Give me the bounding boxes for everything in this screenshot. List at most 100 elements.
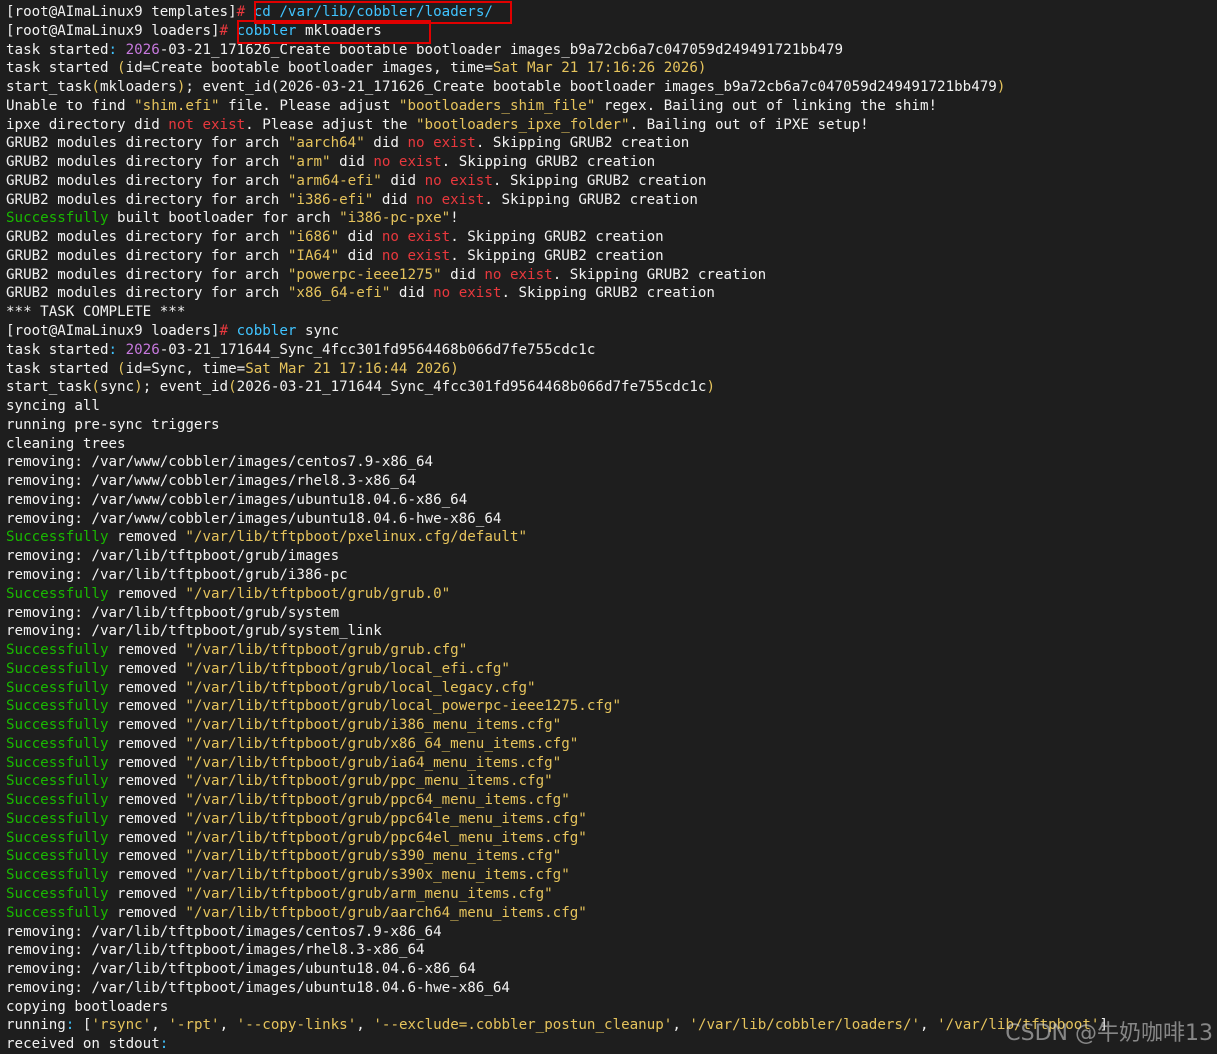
terminal-text-segment: Successfully [6, 773, 109, 790]
terminal-text-segment: removed [108, 642, 186, 659]
terminal-line: Successfully removed "/var/lib/tftpboot/… [6, 679, 1211, 698]
terminal-text-segment: mkloaders [99, 79, 177, 96]
terminal-text-segment: , [356, 1017, 374, 1034]
terminal-text-segment: Successfully [6, 885, 109, 902]
terminal-text-segment: GRUB2 modules directory for arch [6, 266, 288, 283]
terminal-text-segment: 2026 [125, 341, 160, 358]
terminal-text-segment: file. Please adjust [219, 97, 399, 114]
terminal-text-segment: ( [117, 360, 126, 377]
terminal-text-segment: . Skipping GRUB2 creation [450, 247, 664, 264]
terminal-line: removing: /var/lib/tftpboot/images/ubunt… [6, 979, 1211, 998]
terminal-text-segment: no exist [433, 285, 502, 302]
terminal-text-segment: did [339, 229, 382, 246]
terminal-text-segment: did [390, 285, 434, 302]
terminal-text-segment: "IA64" [287, 247, 340, 264]
terminal-text-segment: cobbler [236, 323, 297, 340]
terminal-text-segment: Successfully [6, 642, 109, 659]
terminal-line: GRUB2 modules directory for arch "IA64" … [6, 247, 1211, 266]
terminal-text-segment: removing: /var/lib/tftpboot/images/cento… [6, 923, 442, 940]
terminal-text-segment: removed [108, 885, 186, 902]
terminal-line: removing: /var/lib/tftpboot/images/cento… [6, 923, 1211, 942]
terminal-text-segment: . Skipping GRUB2 creation [484, 191, 698, 208]
terminal-line: removing: /var/lib/tftpboot/images/ubunt… [6, 960, 1211, 979]
terminal-text-segment: Successfully [6, 904, 109, 921]
terminal-text-segment: -03-21_171644_Sync_4fcc301fd9564468b066d… [159, 341, 596, 358]
terminal-text-segment: removing: /var/www/cobbler/images/ubuntu… [6, 510, 502, 527]
terminal-text-segment: "/var/lib/tftpboot/grub/s390_menu_items.… [185, 848, 562, 865]
terminal-text-segment: cleaning trees [6, 435, 126, 452]
terminal-text-segment: "arm" [287, 154, 331, 171]
terminal-line: GRUB2 modules directory for arch "powerp… [6, 266, 1211, 285]
terminal-text-segment: : [108, 341, 126, 358]
watermark: CSDN @牛奶咖啡13 [1005, 1021, 1213, 1046]
terminal-text-segment: ipxe directory did [6, 116, 169, 133]
terminal-text-segment: did [364, 135, 408, 152]
terminal-text-segment: GRUB2 modules directory for arch [6, 135, 288, 152]
terminal-text-segment: . Skipping GRUB2 creation [501, 285, 715, 302]
terminal-text-segment: Successfully [6, 698, 109, 715]
terminal-line: GRUB2 modules directory for arch "i686" … [6, 228, 1211, 247]
terminal-line: start_task(mkloaders); event_id(2026-03-… [6, 78, 1211, 97]
terminal-line: Successfully removed "/var/lib/tftpboot/… [6, 716, 1211, 735]
terminal-text-segment: ; event_id [142, 379, 229, 396]
terminal-text-segment: ) [134, 379, 143, 396]
terminal-text-segment: "x86_64-efi" [287, 285, 391, 302]
terminal-line: Successfully removed "/var/lib/tftpboot/… [6, 660, 1211, 679]
terminal-text-segment: no exist [407, 135, 476, 152]
terminal-text-segment: removed [108, 773, 186, 790]
terminal-text-segment: "/var/lib/tftpboot/grub/local_efi.cfg" [185, 660, 510, 677]
terminal-text-segment: built bootloader for arch [108, 210, 340, 227]
terminal-line: start_task(sync); event_id(2026-03-21_17… [6, 378, 1211, 397]
terminal-text-segment: [root@AImaLinux9 templates] [6, 4, 237, 20]
terminal-text-segment: copying bootloaders [6, 998, 169, 1015]
terminal-line: Successfully built bootloader for arch "… [6, 209, 1211, 228]
terminal-text-segment: Successfully [6, 717, 109, 734]
terminal-text-segment: /var/lib/cobbler/loaders/ [279, 4, 493, 20]
terminal-text-segment: removing: /var/lib/tftpboot/grub/system [6, 604, 340, 621]
terminal-line: running pre-sync triggers [6, 416, 1211, 435]
terminal-text-segment: , [151, 1017, 169, 1034]
terminal-text-segment: '--copy-links' [236, 1017, 357, 1034]
terminal-line: Successfully removed "/var/lib/tftpboot/… [6, 866, 1211, 885]
terminal-text-segment: "/var/lib/tftpboot/grub/ppc64_menu_items… [185, 792, 570, 809]
terminal-text-segment: ( [91, 379, 100, 396]
terminal-text-segment: removing: /var/lib/tftpboot/images/ubunt… [6, 979, 510, 996]
terminal-line: Successfully removed "/var/lib/tftpboot/… [6, 697, 1211, 716]
terminal-text-segment: "powerpc-ieee1275" [287, 266, 442, 283]
terminal-line: removing: /var/www/cobbler/images/ubuntu… [6, 510, 1211, 529]
terminal-text-segment: removing: /var/www/cobbler/images/rhel8.… [6, 473, 416, 490]
terminal-text-segment: . Skipping GRUB2 creation [441, 154, 656, 171]
terminal-text-segment: [root@AImaLinux9 loaders] [6, 22, 220, 39]
terminal-text-segment: "i686" [287, 229, 340, 246]
terminal-text-segment: removed [108, 867, 186, 884]
terminal-line: Successfully removed "/var/lib/tftpboot/… [6, 772, 1211, 791]
terminal-text-segment: Successfully [6, 867, 109, 884]
terminal-text-segment: did [330, 154, 374, 171]
terminal-text-segment: removing: /var/lib/tftpboot/grub/i386-pc [6, 566, 348, 583]
terminal-text-segment: Successfully [6, 810, 109, 827]
terminal-text-segment: "shim.efi" [134, 97, 220, 114]
terminal-text-segment: removing: /var/www/cobbler/images/centos… [6, 454, 434, 471]
terminal-text-segment: Successfully [6, 679, 109, 696]
terminal-text-segment: ; event_id(2026-03-21_171626_Create boot… [185, 79, 997, 96]
terminal-line: [root@AImaLinux9 templates]# cd /var/lib… [6, 3, 1211, 22]
terminal-text-segment: '-rpt' [168, 1017, 220, 1034]
terminal-text-segment: no exist [484, 266, 553, 283]
terminal-text-segment: '--exclude=.cobbler_postun_cleanup' [373, 1017, 673, 1034]
terminal-text-segment: ) [996, 79, 1006, 96]
terminal-text-segment: , [920, 1017, 938, 1034]
terminal-text-segment: no exist [424, 172, 493, 189]
terminal-text-segment: removing: /var/lib/tftpboot/images/rhel8… [6, 942, 425, 959]
terminal-text-segment: ( [228, 379, 237, 396]
terminal-text-segment: GRUB2 modules directory for arch [6, 229, 288, 246]
terminal-text-segment: no exist [381, 247, 451, 264]
terminal-text-segment: sync [99, 379, 135, 396]
terminal-text-segment: removed [108, 792, 186, 809]
terminal-text-segment: "/var/lib/tftpboot/grub/aarch64_menu_ite… [185, 904, 587, 921]
terminal-text-segment: "/var/lib/tftpboot/grub/local_powerpc-ie… [185, 698, 621, 715]
terminal-text-segment: ) [706, 379, 715, 396]
terminal-text-segment: id=Create bootable bootloader images, ti… [125, 60, 493, 77]
terminal-text-segment: , [672, 1017, 690, 1034]
terminal-text-segment: removed [108, 735, 186, 752]
terminal-text-segment: '/var/lib/cobbler/loaders/' [689, 1017, 921, 1034]
